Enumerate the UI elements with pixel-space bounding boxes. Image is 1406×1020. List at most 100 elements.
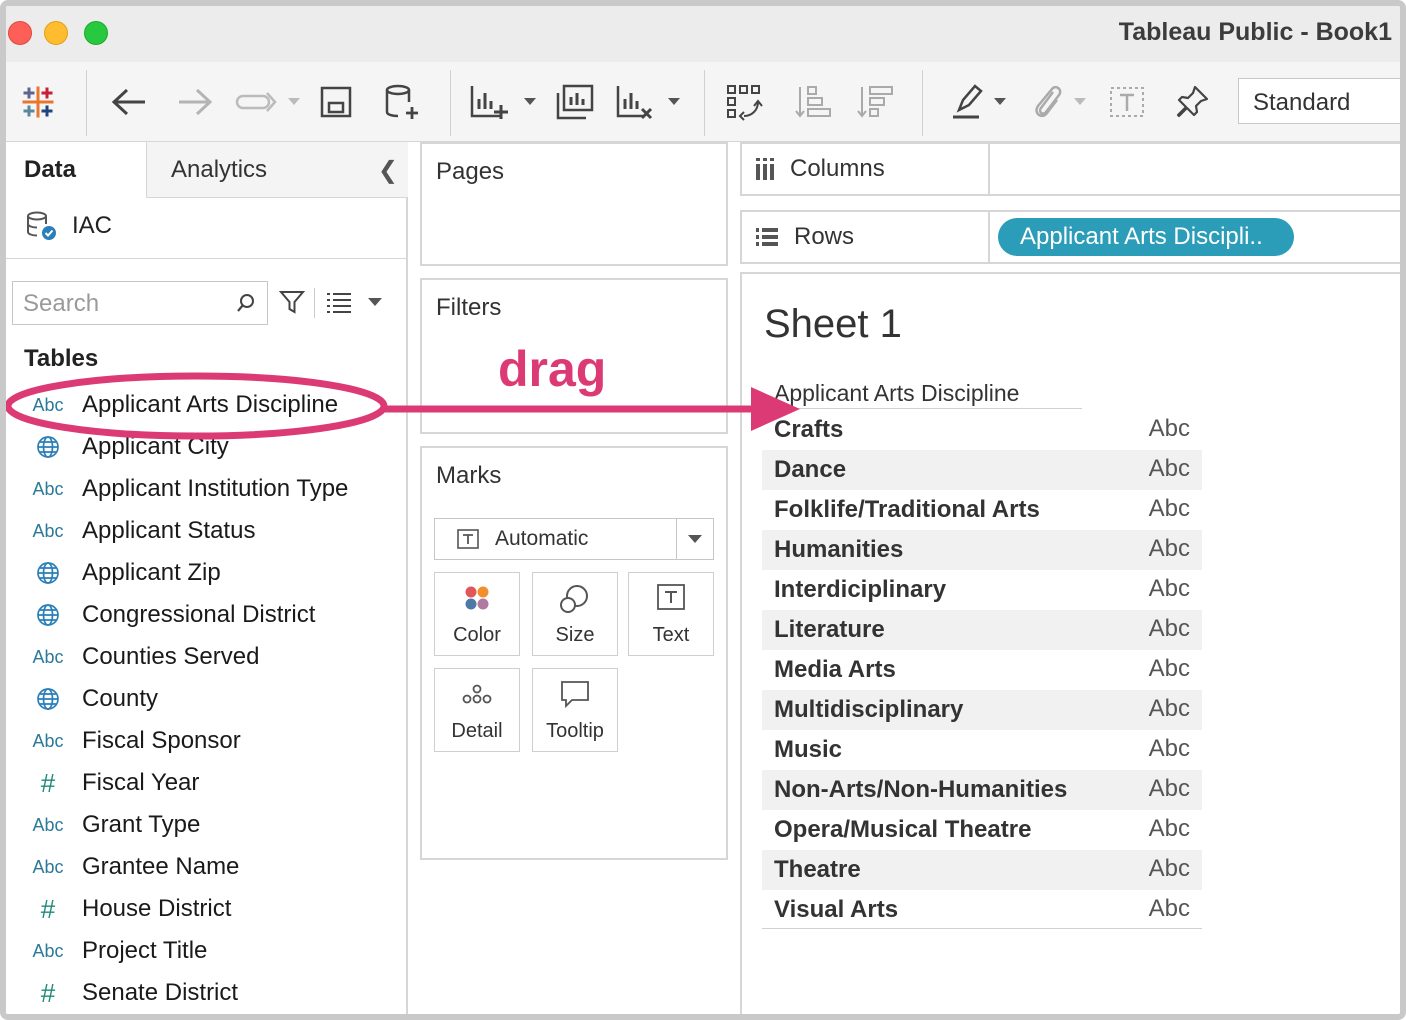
row-cell-value[interactable]: Abc [1149, 655, 1190, 683]
marks-detail-button[interactable]: Detail [434, 668, 520, 752]
row-header-label[interactable]: Opera/Musical Theatre [774, 816, 1031, 844]
row-cell-value[interactable]: Abc [1149, 415, 1190, 443]
row-cell-value[interactable]: Abc [1149, 855, 1190, 883]
row-header-label[interactable]: Folklife/Traditional Arts [774, 496, 1040, 524]
row-header-label[interactable]: Multidisciplinary [774, 696, 963, 724]
sort-ascending-icon[interactable] [790, 82, 836, 122]
view-row[interactable]: Folklife/Traditional Arts Abc [762, 490, 1202, 530]
row-cell-value[interactable]: Abc [1149, 815, 1190, 843]
mark-type-dropdown-caret[interactable] [688, 535, 702, 543]
view-row[interactable]: Media Arts Abc [762, 650, 1202, 690]
marks-text-button[interactable]: Text [628, 572, 714, 656]
new-worksheet-icon[interactable] [466, 82, 512, 122]
row-header-label[interactable]: Interdiciplinary [774, 576, 946, 604]
view-row[interactable]: Music Abc [762, 730, 1202, 770]
field-item[interactable]: # House District [6, 888, 406, 930]
row-cell-value[interactable]: Abc [1149, 775, 1190, 803]
view-row[interactable]: Dance Abc [762, 450, 1202, 490]
row-header-title[interactable]: Applicant Arts Discipline [774, 380, 1019, 407]
rows-shelf[interactable]: Rows Applicant Arts Discipli.. [740, 210, 1400, 264]
field-item[interactable]: Abc Applicant Arts Discipline [6, 384, 406, 426]
view-row[interactable]: Crafts Abc [762, 410, 1202, 450]
group-dropdown-caret[interactable] [1074, 98, 1086, 105]
field-item[interactable]: Abc Grantee Name [6, 846, 406, 888]
row-header-label[interactable]: Crafts [774, 416, 843, 444]
duplicate-sheet-icon[interactable] [552, 82, 598, 122]
list-view-dropdown-caret[interactable] [368, 298, 382, 306]
clear-sheet-icon[interactable] [612, 82, 658, 122]
row-cell-value[interactable]: Abc [1149, 455, 1190, 483]
marks-size-button[interactable]: Size [532, 572, 618, 656]
row-header-label[interactable]: Humanities [774, 536, 903, 564]
row-cell-value[interactable]: Abc [1149, 695, 1190, 723]
highlight-dropdown-caret[interactable] [994, 98, 1006, 105]
field-item[interactable]: Abc Applicant Institution Type [6, 468, 406, 510]
view-row[interactable]: Visual Arts Abc [762, 890, 1202, 930]
field-item[interactable]: Abc Project Title [6, 930, 406, 972]
field-item[interactable]: Applicant City [6, 426, 406, 468]
tableau-logo-icon[interactable] [16, 82, 60, 122]
view-row[interactable]: Multidisciplinary Abc [762, 690, 1202, 730]
show-labels-icon[interactable] [1104, 82, 1150, 122]
marks-tooltip-button[interactable]: Tooltip [532, 668, 618, 752]
row-header-label[interactable]: Non-Arts/Non-Humanities [774, 776, 1067, 804]
pages-card[interactable]: Pages [420, 142, 728, 266]
new-data-source-icon[interactable] [380, 82, 424, 122]
fix-axes-pin-icon[interactable] [1170, 82, 1216, 122]
list-view-icon[interactable] [324, 290, 354, 314]
row-header-label[interactable]: Literature [774, 616, 885, 644]
view-row[interactable]: Interdiciplinary Abc [762, 570, 1202, 610]
row-header-label[interactable]: Media Arts [774, 656, 896, 684]
filters-card[interactable]: Filters drag [420, 278, 728, 434]
view-row[interactable]: Theatre Abc [762, 850, 1202, 890]
columns-shelf[interactable]: Columns [740, 142, 1400, 196]
field-item[interactable]: # Senate District [6, 972, 406, 1014]
tab-analytics[interactable]: Analytics ❮ [146, 142, 408, 198]
tab-data[interactable]: Data [6, 142, 146, 198]
view-size-select[interactable]: Standard [1238, 78, 1400, 124]
zoom-window-button[interactable] [84, 21, 108, 45]
marks-color-button[interactable]: Color [434, 572, 520, 656]
group-paperclip-icon[interactable] [1024, 82, 1070, 122]
row-cell-value[interactable]: Abc [1149, 535, 1190, 563]
row-header-label[interactable]: Theatre [774, 856, 861, 884]
row-header-label[interactable]: Music [774, 736, 842, 764]
row-cell-value[interactable]: Abc [1149, 615, 1190, 643]
field-item[interactable]: Abc Counties Served [6, 636, 406, 678]
field-item[interactable]: County [6, 678, 406, 720]
sheet-title[interactable]: Sheet 1 [764, 302, 902, 347]
swap-rows-columns-icon[interactable] [722, 82, 768, 122]
field-item[interactable]: Abc Fiscal Sponsor [6, 720, 406, 762]
field-search-input[interactable]: Search [12, 281, 268, 325]
save-icon[interactable] [316, 82, 356, 122]
highlight-pen-icon[interactable] [944, 82, 990, 122]
field-item[interactable]: Abc Applicant Status [6, 510, 406, 552]
new-worksheet-dropdown-caret[interactable] [524, 98, 536, 105]
replay-animation-icon[interactable] [232, 82, 280, 122]
mark-type-select[interactable]: Automatic [434, 518, 714, 560]
view-row[interactable]: Humanities Abc [762, 530, 1202, 570]
field-item[interactable]: Applicant Zip [6, 552, 406, 594]
replay-dropdown-caret[interactable] [288, 98, 300, 105]
collapse-pane-chevron-icon[interactable]: ❮ [378, 156, 398, 185]
row-cell-value[interactable]: Abc [1149, 735, 1190, 763]
row-header-label[interactable]: Visual Arts [774, 896, 898, 924]
minimize-window-button[interactable] [44, 21, 68, 45]
undo-arrow-icon[interactable] [106, 82, 152, 122]
filter-funnel-icon[interactable] [278, 288, 306, 316]
rows-pill-applicant-arts-discipline[interactable]: Applicant Arts Discipli.. [998, 218, 1294, 256]
close-window-button[interactable] [8, 21, 32, 45]
view-row[interactable]: Opera/Musical Theatre Abc [762, 810, 1202, 850]
row-cell-value[interactable]: Abc [1149, 895, 1190, 923]
field-item[interactable]: # Fiscal Year [6, 762, 406, 804]
view-row[interactable]: Literature Abc [762, 610, 1202, 650]
sort-descending-icon[interactable] [852, 82, 898, 122]
row-cell-value[interactable]: Abc [1149, 495, 1190, 523]
redo-arrow-icon[interactable] [172, 82, 218, 122]
clear-sheet-dropdown-caret[interactable] [668, 98, 680, 105]
field-item[interactable]: Abc Grant Type [6, 804, 406, 846]
field-item[interactable]: Congressional District [6, 594, 406, 636]
view-row[interactable]: Non-Arts/Non-Humanities Abc [762, 770, 1202, 810]
row-header-label[interactable]: Dance [774, 456, 846, 484]
row-cell-value[interactable]: Abc [1149, 575, 1190, 603]
